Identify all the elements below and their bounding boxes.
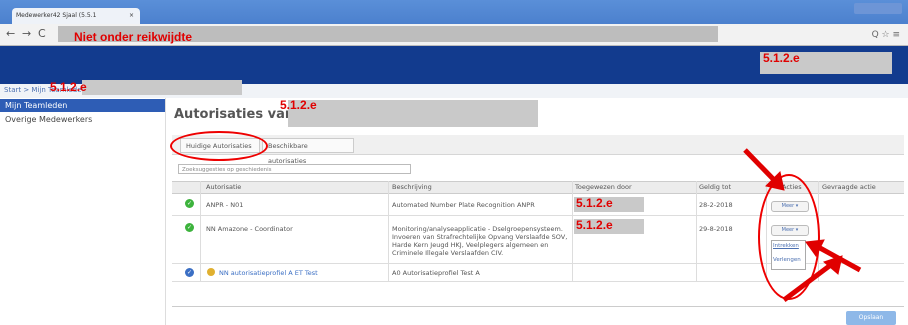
annotation-arrows [743,148,862,302]
save-button[interactable]: Opslaan [846,311,896,325]
footer-divider [172,306,904,307]
arrow-bottom-icon [782,262,834,302]
